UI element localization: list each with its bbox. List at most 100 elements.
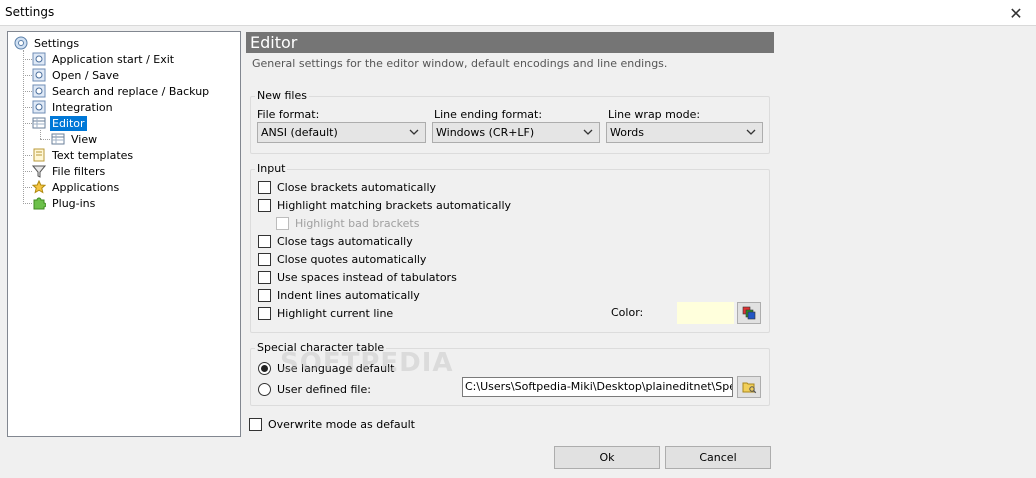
close-quotes-checkbox[interactable]: Close quotes automatically (258, 251, 426, 267)
tree-item-plugins[interactable]: Plug-ins (31, 195, 97, 211)
checkbox-label: Overwrite mode as default (268, 417, 415, 431)
highlight-matching-brackets-checkbox[interactable]: Highlight matching brackets automaticall… (258, 197, 511, 213)
use-language-default-radio[interactable]: Use language default (258, 360, 394, 376)
tree-item-applications[interactable]: Applications (31, 179, 121, 195)
chevron-down-icon (746, 129, 756, 135)
checkbox-label: Highlight current line (277, 306, 394, 320)
cancel-button[interactable]: Cancel (665, 446, 771, 469)
special-char-title: Special character table (255, 341, 387, 354)
puzzle-icon (31, 195, 47, 211)
tree-item-label: Application start / Exit (52, 52, 175, 66)
tree-line (40, 139, 50, 140)
tree-item-label: File filters (52, 164, 106, 178)
choose-color-button[interactable] (737, 302, 761, 324)
tree-item-text-templates[interactable]: Text templates (31, 147, 135, 163)
tree-item-label: Applications (52, 180, 120, 194)
user-defined-file-radio[interactable]: User defined file: (258, 381, 371, 397)
checkbox-label: Use spaces instead of tabulators (277, 270, 457, 284)
title-bar: Settings ✕ (0, 0, 1036, 26)
tree-item-editor[interactable]: Editor (31, 115, 87, 131)
tree-item-open-save[interactable]: Open / Save (31, 67, 121, 83)
close-button[interactable]: ✕ (996, 0, 1036, 26)
tree-item-label: Text templates (52, 148, 134, 162)
checkbox-box[interactable] (258, 252, 271, 266)
new-files-title: New files (255, 89, 309, 102)
checkbox-box[interactable] (258, 306, 271, 320)
color-swatch (677, 302, 734, 324)
gear-icon (31, 99, 47, 115)
checkbox-label: Close brackets automatically (277, 180, 437, 194)
radio-dot (261, 364, 268, 372)
gear-icon (31, 51, 47, 67)
document-icon (31, 147, 47, 163)
color-label: Color: (611, 306, 644, 319)
checkbox-label: Close quotes automatically (277, 252, 427, 266)
window-title: Settings (5, 5, 55, 19)
input-title: Input (255, 162, 288, 175)
close-brackets-checkbox[interactable]: Close brackets automatically (258, 179, 436, 195)
radio-circle[interactable] (258, 382, 271, 396)
line-wrap-value: Words (610, 126, 645, 139)
editor-grid-icon (31, 115, 47, 131)
line-wrap-label: Line wrap mode: (608, 108, 701, 121)
tree-item-label: Open / Save (52, 68, 120, 82)
close-tags-checkbox[interactable]: Close tags automatically (258, 233, 413, 249)
checkbox-label: Indent lines automatically (277, 288, 420, 302)
tree-line (40, 130, 41, 139)
file-format-value: ANSI (default) (261, 126, 338, 139)
line-ending-label: Line ending format: (434, 108, 543, 121)
gear-icon (13, 35, 29, 51)
tree-item-label: Editor (50, 115, 87, 131)
tree-item-label: Search and replace / Backup (52, 84, 210, 98)
radio-circle[interactable] (258, 361, 271, 375)
overwrite-mode-checkbox[interactable]: Overwrite mode as default (249, 416, 415, 432)
checkbox-box[interactable] (249, 417, 262, 431)
file-format-label: File format: (257, 108, 320, 121)
line-ending-value: Windows (CR+LF) (436, 126, 535, 139)
radio-label: User defined file: (277, 382, 371, 396)
checkbox-label: Close tags automatically (277, 234, 413, 248)
checkbox-box[interactable] (258, 198, 271, 212)
tree-item-label: Plug-ins (52, 196, 96, 210)
tree-item-integration[interactable]: Integration (31, 99, 115, 115)
checkbox-box[interactable] (258, 270, 271, 284)
highlight-bad-brackets-checkbox[interactable]: Highlight bad brackets (276, 215, 419, 231)
checkbox-box[interactable] (258, 288, 271, 302)
line-wrap-select[interactable]: Words (606, 122, 763, 143)
tree-item-application-start[interactable]: Application start / Exit (31, 51, 176, 67)
checkbox-box[interactable] (276, 216, 289, 230)
color-palette-icon (742, 306, 756, 320)
panel-header: Editor (246, 32, 774, 53)
browse-file-button[interactable] (737, 376, 761, 398)
chevron-down-icon (409, 129, 419, 135)
radio-label: Use language default (277, 361, 395, 375)
checkbox-box[interactable] (258, 234, 271, 248)
tree-item-view[interactable]: View (50, 131, 99, 147)
line-ending-select[interactable]: Windows (CR+LF) (432, 122, 600, 143)
tree-line (23, 50, 24, 204)
ok-button[interactable]: Ok (554, 446, 660, 469)
settings-tree[interactable]: Settings Application start / Exit Open /… (7, 31, 241, 437)
highlight-current-line-checkbox[interactable]: Highlight current line (258, 305, 393, 321)
tree-item-settings[interactable]: Settings (13, 35, 81, 51)
editor-grid-icon (50, 131, 66, 147)
tree-item-search-replace[interactable]: Search and replace / Backup (31, 83, 211, 99)
star-icon (31, 179, 47, 195)
indent-lines-checkbox[interactable]: Indent lines automatically (258, 287, 420, 303)
panel-description: General settings for the editor window, … (252, 57, 668, 70)
folder-icon (742, 382, 756, 393)
funnel-icon (31, 163, 47, 179)
use-spaces-checkbox[interactable]: Use spaces instead of tabulators (258, 269, 457, 285)
user-defined-file-input[interactable]: C:\Users\Softpedia-Miki\Desktop\plainedi… (462, 377, 733, 397)
gear-icon (31, 83, 47, 99)
tree-item-label: View (71, 132, 98, 146)
checkbox-label: Highlight matching brackets automaticall… (277, 198, 512, 212)
tree-item-label: Integration (52, 100, 113, 114)
checkbox-box[interactable] (258, 180, 271, 194)
chevron-down-icon (583, 129, 593, 135)
tree-item-file-filters[interactable]: File filters (31, 163, 107, 179)
gear-icon (31, 67, 47, 83)
checkbox-label: Highlight bad brackets (295, 216, 420, 230)
tree-item-label: Settings (34, 36, 80, 50)
file-format-select[interactable]: ANSI (default) (257, 122, 426, 143)
